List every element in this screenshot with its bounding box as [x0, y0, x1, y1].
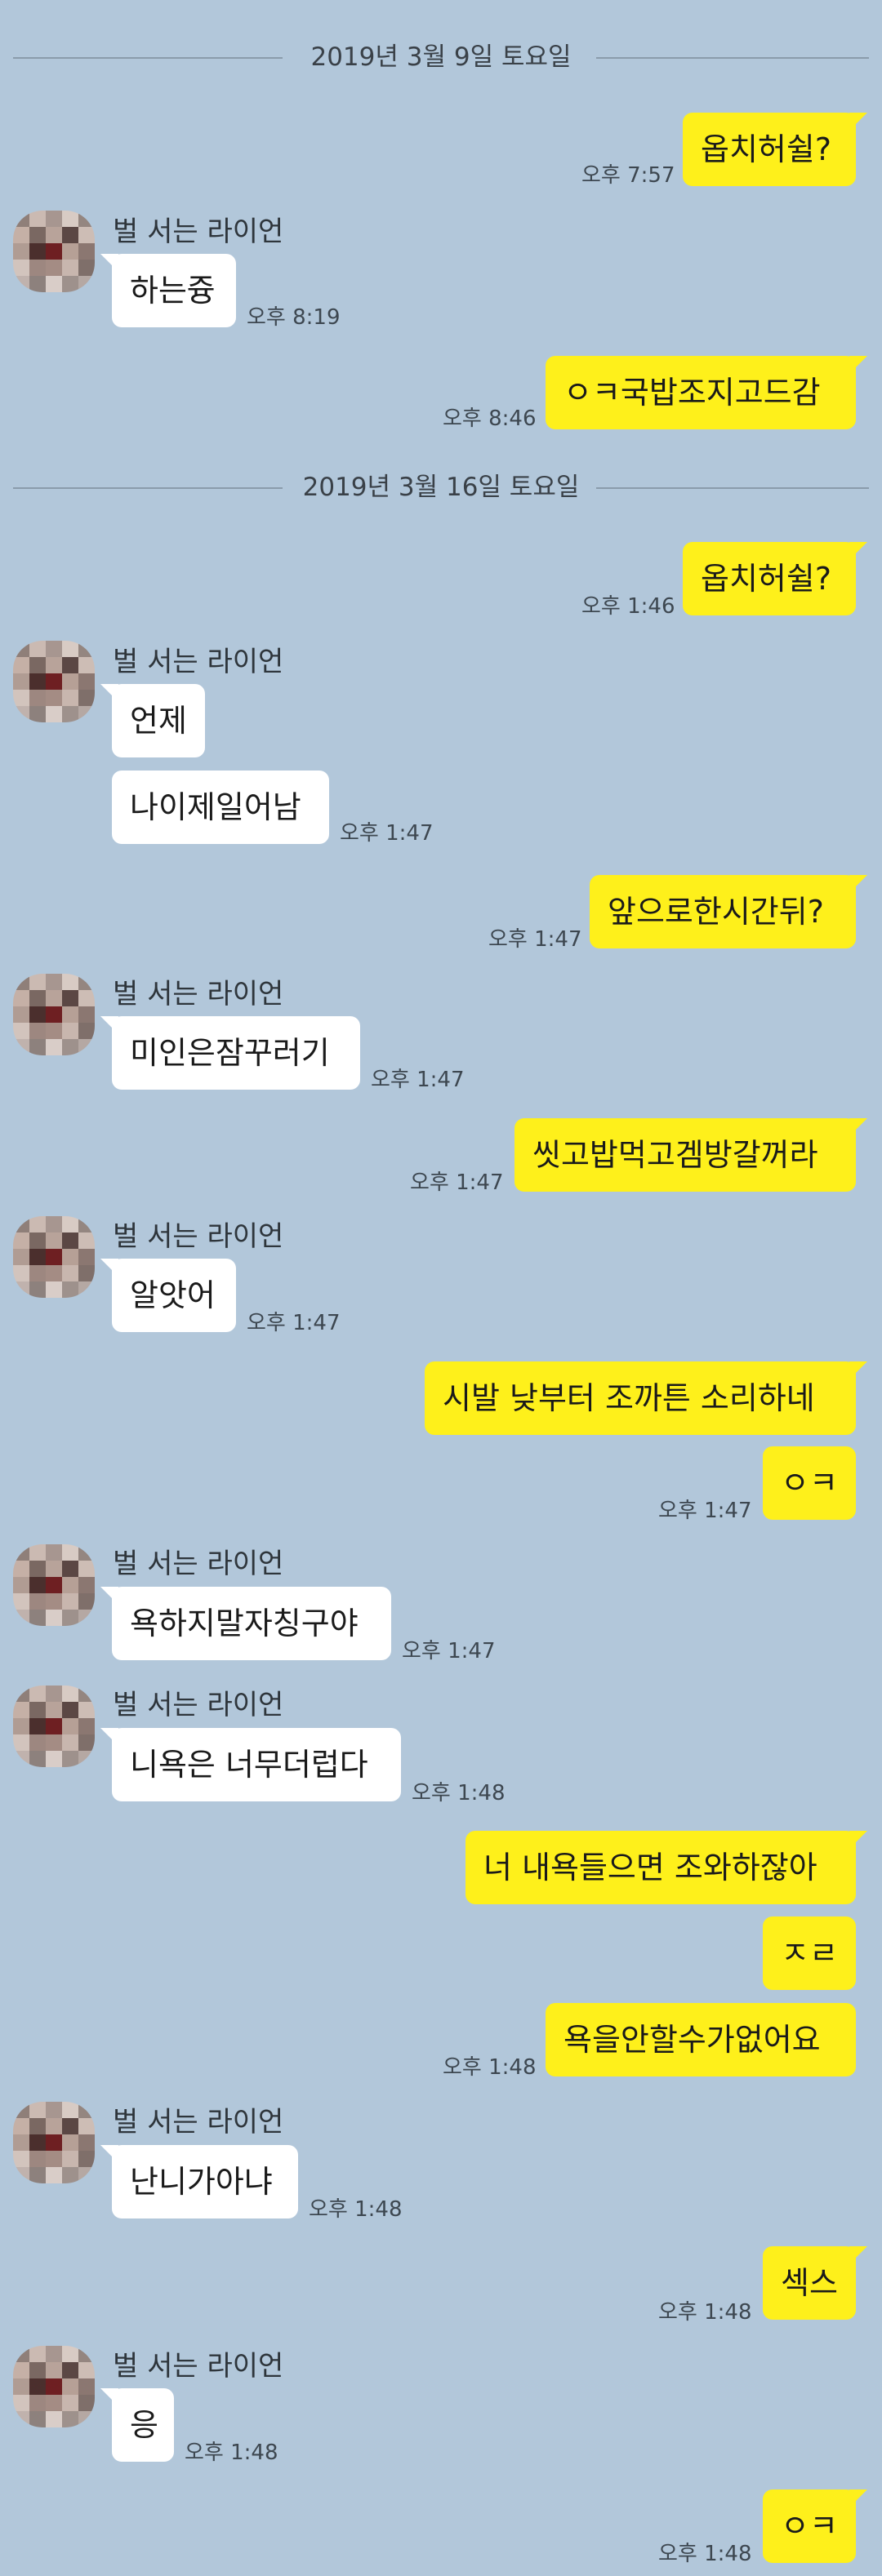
avatar[interactable] [13, 1686, 95, 1767]
message-time: 오후 1:47 [658, 1499, 752, 1523]
received-message-bubble[interactable]: 난니가아냐 [100, 2145, 298, 2218]
received-message-bubble[interactable]: 나이제일어남 [112, 771, 329, 844]
my-message-bubble[interactable]: ㅇㅋ [763, 1446, 856, 1520]
avatar[interactable] [13, 1216, 95, 1298]
message-time: 오후 1:47 [247, 1311, 341, 1335]
sender-name: 벌 서는 라이언 [113, 646, 284, 678]
received-message-bubble[interactable]: 응 [100, 2388, 174, 2462]
date-divider: 2019년 3월 16일 토요일 [0, 469, 882, 505]
my-message-bubble[interactable]: ㅈㄹ [763, 1916, 856, 1990]
avatar[interactable] [13, 211, 95, 292]
my-message-bubble[interactable]: 시발 낮부터 조까튼 소리하네 [425, 1361, 867, 1435]
message-time: 오후 1:48 [309, 2197, 403, 2222]
avatar[interactable] [13, 974, 95, 1055]
message-time: 오후 1:48 [443, 2055, 537, 2080]
date-divider-label: 2019년 3월 9일 토요일 [310, 42, 572, 72]
message-time: 오후 7:57 [581, 163, 675, 188]
received-message-bubble[interactable]: 미인은잠꾸러기 [100, 1016, 360, 1090]
my-message-bubble[interactable]: ㅇㅋ [763, 2489, 867, 2563]
sender-name: 벌 서는 라이언 [113, 1220, 284, 1253]
date-divider-label: 2019년 3월 16일 토요일 [302, 473, 580, 502]
date-divider: 2019년 3월 9일 토요일 [0, 39, 882, 75]
received-message-bubble[interactable]: 욕하지말자칭구야 [100, 1587, 391, 1660]
message-time: 오후 1:47 [340, 821, 434, 846]
sender-name: 벌 서는 라이언 [113, 215, 284, 248]
message-time: 오후 1:47 [488, 927, 582, 952]
message-time: 오후 1:47 [371, 1068, 465, 1092]
my-message-bubble[interactable]: 옵치허쉴? [683, 542, 867, 615]
avatar[interactable] [13, 641, 95, 722]
received-message-bubble[interactable]: 하는즁 [100, 254, 236, 327]
my-message-bubble[interactable]: 욕을안할수가없어요 [546, 2003, 856, 2076]
avatar[interactable] [13, 1544, 95, 1626]
sender-name: 벌 서는 라이언 [113, 2350, 284, 2383]
received-message-bubble[interactable]: 언제 [100, 684, 205, 757]
my-message-bubble[interactable]: 너 내욕들으면 조와하잖아 [466, 1831, 867, 1904]
message-time: 오후 1:48 [658, 2300, 752, 2325]
message-time: 오후 1:48 [412, 1781, 506, 1805]
my-message-bubble[interactable]: 앞으로한시간뒤? [590, 875, 867, 948]
received-message-bubble[interactable]: 알앗어 [100, 1259, 236, 1332]
message-time: 오후 1:46 [581, 594, 675, 619]
message-time: 오후 8:46 [443, 406, 537, 431]
sender-name: 벌 서는 라이언 [113, 1689, 284, 1721]
sender-name: 벌 서는 라이언 [113, 978, 284, 1010]
message-time: 오후 1:48 [185, 2441, 278, 2465]
avatar[interactable] [13, 2346, 95, 2427]
my-message-bubble[interactable]: 씻고밥먹고겜방갈꺼라 [514, 1118, 867, 1192]
message-time: 오후 1:47 [410, 1170, 504, 1195]
my-message-bubble[interactable]: 옵치허쉴? [683, 113, 867, 186]
sender-name: 벌 서는 라이언 [113, 1548, 284, 1580]
avatar[interactable] [13, 2102, 95, 2183]
my-message-bubble[interactable]: ㅇㅋ국밥조지고드감 [546, 356, 867, 429]
my-message-bubble[interactable]: 섹스 [763, 2246, 867, 2320]
message-time: 오후 1:48 [658, 2542, 752, 2566]
received-message-bubble[interactable]: 니욕은 너무더럽다 [100, 1728, 401, 1801]
sender-name: 벌 서는 라이언 [113, 2106, 284, 2139]
message-time: 오후 8:19 [247, 305, 341, 330]
message-time: 오후 1:47 [402, 1639, 496, 1663]
